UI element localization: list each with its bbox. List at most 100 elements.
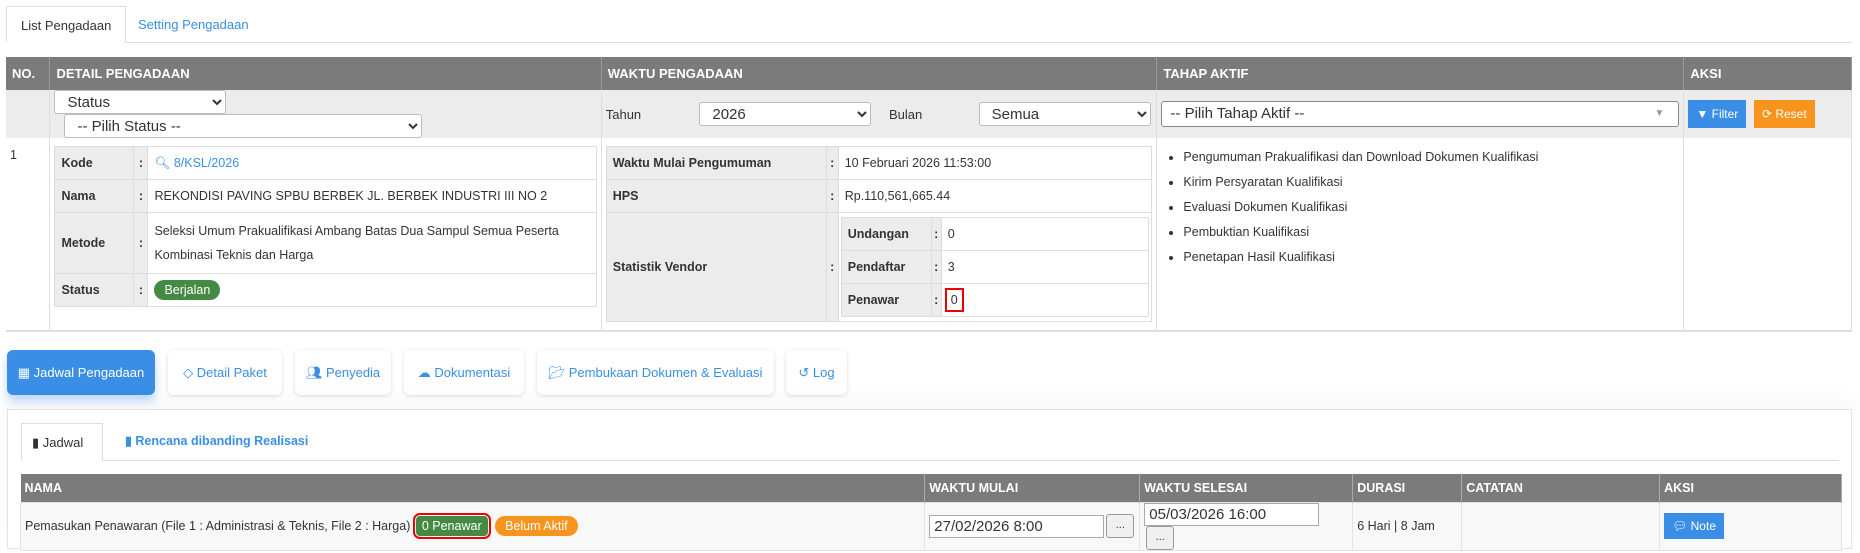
col-no: NO. [6,57,51,90]
kode-label: Kode [54,146,135,180]
undangan-label: Undangan [840,217,932,251]
col-detail: DETAIL PENGADAAN [49,57,602,90]
colon: : [930,283,942,317]
status-field-select[interactable]: Status [54,90,227,114]
col-waktu: WAKTU PENGADAAN [601,57,1158,90]
col-durasi: DURASI [1352,474,1463,502]
waktu-mulai-input[interactable]: 27/02/2026 8:00 [929,514,1105,538]
statistik-table: Undangan:0 Pendaftar:3 Penawar:0 [840,217,1150,317]
col-waktu-mulai: WAKTU MULAI [924,474,1141,502]
col-aksi: AKSI [1659,474,1842,502]
colon: : [825,146,839,180]
pengadaan-table: NO. DETAIL PENGADAAN WAKTU PENGADAAN TAH… [6,57,1852,332]
note-button[interactable]: 💬︎ Note [1664,513,1724,539]
nav-dokumentasi[interactable]: ☁ Dokumentasi [404,350,524,395]
filter-row: Status -- Pilih Status -- Tahun 2026 Bul… [6,90,1852,138]
hps-value: Rp.110,561,665.44 [837,179,1153,213]
tahun-label: Tahun [605,106,642,122]
row-number: 1 [6,138,51,331]
status-badge: Berjalan [154,280,221,300]
colon: : [133,212,149,274]
waktu-selesai-input[interactable]: 05/03/2026 16:00 [1144,502,1320,526]
nav-detail-paket[interactable]: ◇ Detail Paket [168,350,282,395]
col-catatan: CATATAN [1461,474,1661,502]
top-tabs: List Pengadaan Setting Pengadaan [6,6,1852,43]
col-aksi: AKSI [1683,57,1852,90]
nama-label: Nama [54,179,135,213]
metode-value-2: Kombinasi Teknis dan Harga [154,248,314,262]
waktu-label: Waktu Mulai Pengumuman [605,146,827,180]
diamond-icon: ◇ [183,365,194,380]
tahun-select[interactable]: 2026 [699,102,872,126]
pendaftar-label: Pendaftar [840,250,932,284]
tahap-item: Pengumuman Prakualifikasi dan Download D… [1183,150,1679,167]
table-row: 1 Kode: 🔍︎ 8/KSL/2026 Nama: REKONDISI PAVI… [6,138,1852,331]
durasi-value: 6 Hari | 8 Jam [1352,501,1463,551]
colon: : [825,212,839,322]
nav-jadwal-pengadaan[interactable]: ▦ Jadwal Pengadaan [7,350,155,395]
waktu-table: Waktu Mulai Pengumuman:10 Februari 2026 … [605,146,1153,322]
col-waktu-selesai: WAKTU SELESAI [1139,474,1354,502]
col-tahap: TAHAP AKTIF [1156,57,1685,90]
datepicker-button[interactable]: ... [1106,514,1135,538]
tab-jadwal[interactable]: ▮ Jadwal [21,423,103,461]
filter-icon: ▼ [1696,107,1709,121]
penawar-label: Penawar [840,283,932,317]
catatan-value [1461,501,1661,551]
caret-down-icon: ▼ [1654,108,1665,119]
undangan-value: 0 [940,217,1150,251]
colon: : [930,250,942,284]
tahap-item: Pembuktian Kualifikasi [1183,225,1679,242]
hps-label: HPS [605,179,827,213]
datepicker-button[interactable]: ... [1146,525,1175,550]
calendar-icon: ▦ [17,365,31,380]
jadwal-nama: Pemasukan Penawaran (File 1 : Administra… [25,519,411,533]
nav-log[interactable]: ↺ Log [786,350,847,395]
nav-penyedia[interactable]: 👥︎ Penyedia [295,350,391,395]
reset-button[interactable]: ⟳ Reset [1753,100,1815,128]
col-nama: NAMA [20,474,926,502]
jadwal-table: NAMA WAKTU MULAI WAKTU SELESAI DURASI CA… [19,474,1842,551]
status-label: Status [54,273,135,307]
inner-tabs: ▮ Jadwal ▮ Rencana dibanding Realisasi [21,423,1839,461]
cloud-download-icon: ☁ [417,365,431,380]
colon: : [133,146,149,180]
detail-table: Kode: 🔍︎ 8/KSL/2026 Nama: REKONDISI PAVING… [54,146,597,307]
colon: : [133,179,149,213]
table-row: Pemasukan Penawaran (File 1 : Administra… [19,501,1842,551]
comments-icon: 💬︎ [1672,519,1688,533]
penawar-value: 0 [944,288,964,312]
history-icon: ↺ [798,365,810,380]
search-icon: 🔍︎ [154,155,171,170]
bulan-select[interactable]: Semua [978,102,1151,126]
tahap-select[interactable]: -- Pilih Tahap Aktif -- ▼ [1161,101,1680,127]
refresh-icon: ⟳ [1761,107,1772,121]
bulan-label: Bulan [888,106,923,122]
pendaftar-value: 3 [940,250,1150,284]
users-icon: 👥︎ [305,365,323,380]
colon: : [825,179,839,213]
colon: : [133,273,149,307]
tab-setting-pengadaan[interactable]: Setting Pengadaan [124,6,263,43]
book-icon: ▮ [32,435,40,450]
nama-value: REKONDISI PAVING SPBU BERBEK JL. BERBEK … [147,179,597,213]
folder-open-icon: 📂︎ [548,365,566,380]
tahap-list: Pengumuman Prakualifikasi dan Download D… [1161,150,1679,267]
penawar-badge: 0 Penawar [412,513,491,539]
metode-value: Seleksi Umum Prakualifikasi Ambang Batas… [154,224,559,238]
filter-button[interactable]: ▼ Filter [1688,100,1747,128]
tahap-item: Kirim Persyaratan Kualifikasi [1183,175,1679,192]
tahap-item: Penetapan Hasil Kualifikasi [1183,250,1679,267]
tab-list-pengadaan[interactable]: List Pengadaan [6,6,127,43]
tahap-item: Evaluasi Dokumen Kualifikasi [1183,200,1679,217]
kode-link[interactable]: 🔍︎ 8/KSL/2026 [154,156,239,170]
nav-pembukaan-dokumen[interactable]: 📂︎ Pembukaan Dokumen & Evaluasi [537,350,774,395]
status-select[interactable]: -- Pilih Status -- [64,114,423,138]
statistik-label: Statistik Vendor [605,212,827,322]
bookmark-icon: ▮ [125,434,132,448]
status-badge: Belum Aktif [495,516,578,536]
tab-rencana-realisasi[interactable]: ▮ Rencana dibanding Realisasi [111,423,322,460]
metode-label: Metode [54,212,135,274]
waktu-value: 10 Februari 2026 11:53:00 [837,146,1153,180]
colon: : [930,217,942,251]
